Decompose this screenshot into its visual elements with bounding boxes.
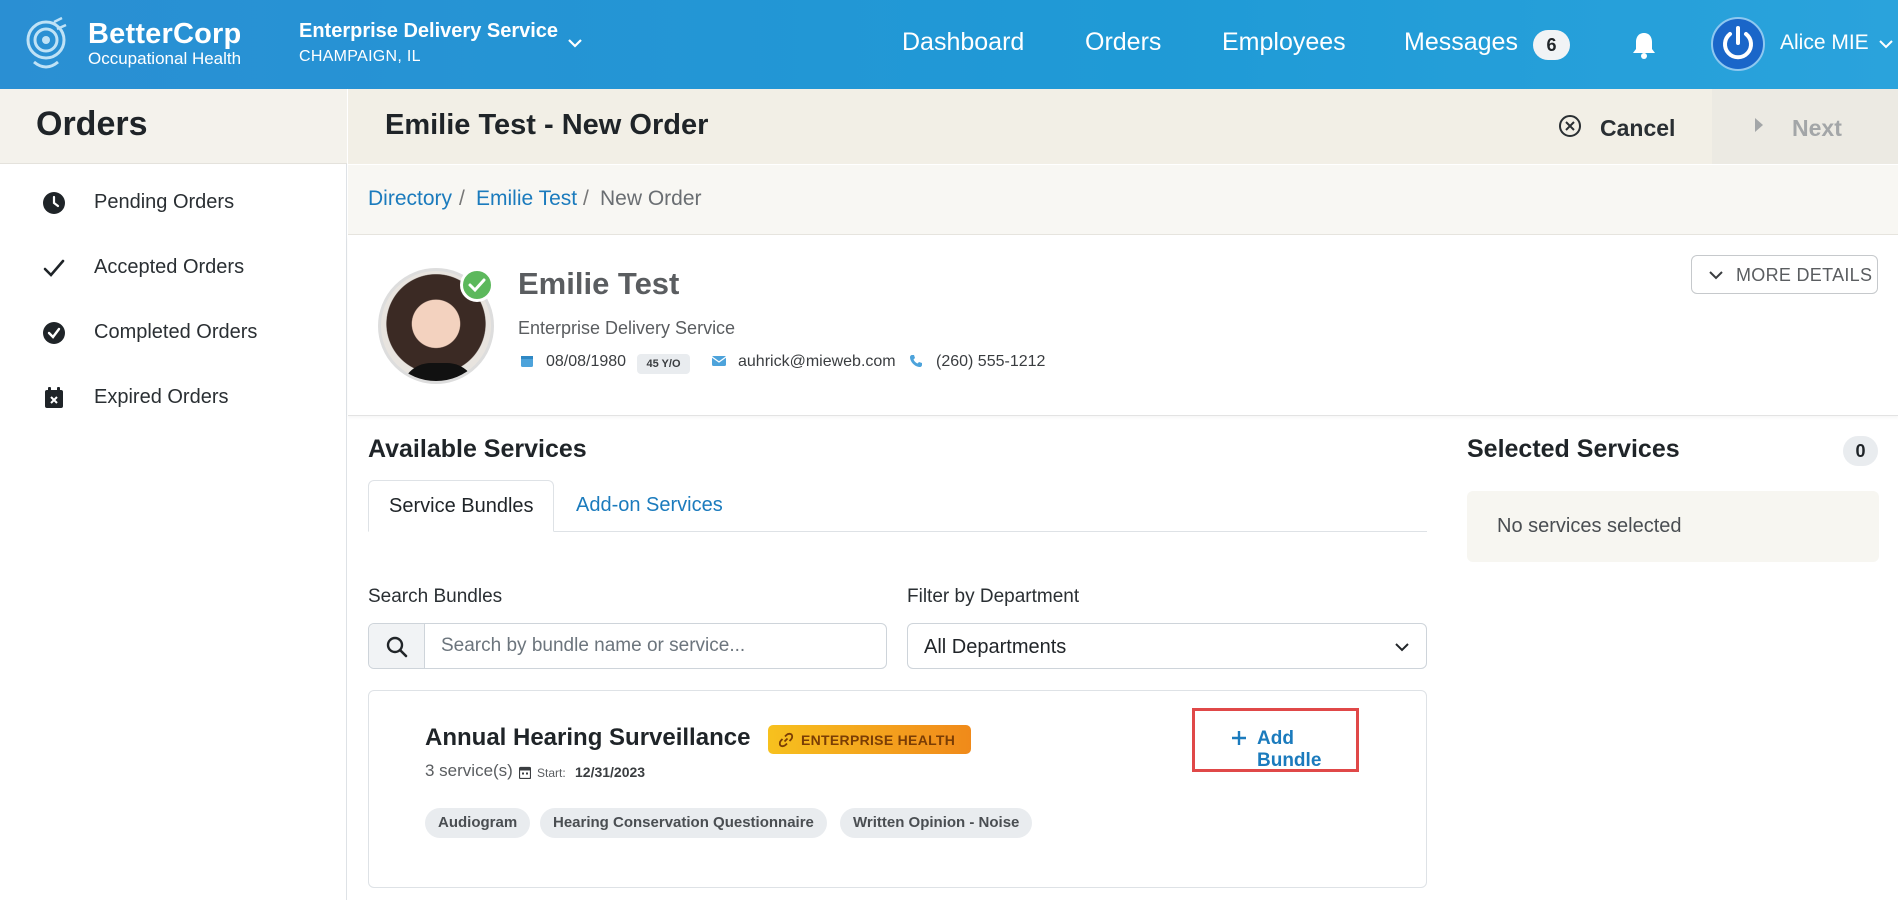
bundle-name: Annual Hearing Surveillance <box>425 724 751 751</box>
service-chip: Written Opinion - Noise <box>840 808 1033 838</box>
check-icon <box>43 259 65 277</box>
chevron-down-icon[interactable] <box>1878 38 1894 50</box>
bettercorp-logo-icon[interactable] <box>24 16 70 74</box>
department-select-value: All Departments <box>924 636 1067 658</box>
calendar-icon <box>521 356 533 367</box>
check-circle-icon <box>43 322 65 344</box>
breadcrumb-separator: / <box>459 187 465 210</box>
page-header: Emilie Test - New Order Cancel Next <box>348 89 1898 164</box>
search-bundles-field <box>368 623 887 669</box>
sidebar-item-label: Accepted Orders <box>94 256 245 278</box>
employee-phone[interactable]: (260) 555-1212 <box>936 353 1045 371</box>
filter-department-label: Filter by Department <box>907 586 1080 607</box>
user-name[interactable]: Alice MIE <box>1780 31 1869 55</box>
search-icon <box>386 636 408 658</box>
breadcrumb-directory[interactable]: Directory <box>368 187 452 211</box>
tab-label: Add-on Services <box>576 494 723 516</box>
top-navbar: BetterCorp Occupational Health Enterpris… <box>0 0 1898 89</box>
close-circle-icon <box>1559 115 1581 137</box>
bell-icon[interactable] <box>1630 30 1658 60</box>
available-services-title: Available Services <box>368 435 587 463</box>
phone-icon <box>910 355 922 367</box>
sidebar-item-accepted-orders[interactable]: Accepted Orders <box>0 240 346 296</box>
caret-right-icon <box>1755 118 1763 132</box>
employee-dob: 08/08/1980 <box>546 353 627 370</box>
enterprise-health-badge: ENTERPRISE HEALTH <box>768 725 971 754</box>
chevron-down-icon[interactable] <box>566 36 584 50</box>
employee-company: Enterprise Delivery Service <box>518 318 736 338</box>
nav-messages[interactable]: Messages <box>1404 28 1518 57</box>
add-bundle-button[interactable]: Add Bundle <box>1192 708 1359 772</box>
age-badge: 45 Y/O <box>637 354 690 374</box>
company-location: CHAMPAIGN, IL <box>299 48 421 65</box>
selected-services-empty: No services selected <box>1467 491 1879 562</box>
breadcrumb-employee[interactable]: Emilie Test <box>476 187 577 211</box>
sidebar-header: Orders <box>0 89 347 164</box>
tab-add-on-services[interactable]: Add-on Services <box>556 480 746 532</box>
bundle-card: Annual Hearing Surveillance ENTERPRISE H… <box>368 690 1427 888</box>
sidebar-item-label: Pending Orders <box>94 191 235 213</box>
sidebar: Orders Pending Orders Accepted Orders Co… <box>0 89 347 900</box>
employee-email[interactable]: auhrick@mieweb.com <box>738 353 896 371</box>
selected-services-title: Selected Services <box>1467 435 1680 463</box>
user-avatar[interactable] <box>1711 17 1765 71</box>
next-label: Next <box>1792 115 1842 141</box>
cancel-button[interactable]: Cancel <box>1548 101 1698 151</box>
brand-subtitle: Occupational Health <box>88 49 242 68</box>
tab-service-bundles[interactable]: Service Bundles <box>368 480 554 532</box>
employee-name: Emilie Test <box>518 266 680 301</box>
cancel-label: Cancel <box>1600 115 1676 141</box>
brand-name[interactable]: BetterCorp <box>88 18 241 51</box>
sidebar-item-label: Completed Orders <box>94 321 258 343</box>
bundle-start-date: 12/31/2023 <box>575 764 646 780</box>
search-input[interactable] <box>426 624 886 668</box>
nav-employees[interactable]: Employees <box>1222 28 1346 57</box>
more-details-button[interactable]: MORE DETAILS <box>1691 255 1878 294</box>
more-details-label: MORE DETAILS <box>1736 265 1873 285</box>
company-name[interactable]: Enterprise Delivery Service <box>299 20 558 43</box>
selected-services-count: 0 <box>1843 436 1878 466</box>
sidebar-item-completed-orders[interactable]: Completed Orders <box>0 305 346 361</box>
chevron-down-icon <box>1709 271 1723 280</box>
bundle-service-count: 3 service(s) <box>425 761 513 780</box>
breadcrumb-separator: / <box>583 187 589 210</box>
breadcrumb: Directory / Emilie Test / New Order <box>348 165 1898 235</box>
empty-state-text: No services selected <box>1497 515 1682 537</box>
employee-profile: Emilie Test Enterprise Delivery Service … <box>348 236 1898 416</box>
sidebar-item-expired-orders[interactable]: Expired Orders <box>0 370 346 426</box>
tab-label: Service Bundles <box>389 495 534 517</box>
clock-icon <box>43 192 65 214</box>
search-addon <box>369 624 425 668</box>
nav-orders[interactable]: Orders <box>1085 28 1161 57</box>
plus-icon <box>1232 731 1246 745</box>
envelope-icon <box>712 356 726 366</box>
calendar-x-icon <box>45 387 63 408</box>
page-title: Emilie Test - New Order <box>385 109 709 141</box>
breadcrumb-current: New Order <box>600 187 702 210</box>
nav-dashboard[interactable]: Dashboard <box>902 28 1024 57</box>
badge-label: ENTERPRISE HEALTH <box>801 732 956 748</box>
messages-count-badge: 6 <box>1533 30 1570 60</box>
chevron-down-icon <box>1395 643 1409 652</box>
service-chip: Audiogram <box>425 808 531 838</box>
link-icon <box>778 732 794 748</box>
power-icon <box>1723 26 1753 60</box>
add-bundle-label: Add Bundle <box>1257 728 1322 771</box>
next-button[interactable]: Next <box>1712 89 1898 164</box>
verified-icon <box>460 268 494 302</box>
service-chip: Hearing Conservation Questionnaire <box>540 808 827 838</box>
bundle-start-label: Start: <box>537 766 566 780</box>
sidebar-item-label: Expired Orders <box>94 386 229 408</box>
sidebar-item-pending-orders[interactable]: Pending Orders <box>0 175 346 231</box>
department-select[interactable]: All Departments <box>907 623 1427 669</box>
search-bundles-label: Search Bundles <box>368 586 503 607</box>
sidebar-title: Orders <box>36 105 148 143</box>
calendar-icon <box>519 766 531 779</box>
